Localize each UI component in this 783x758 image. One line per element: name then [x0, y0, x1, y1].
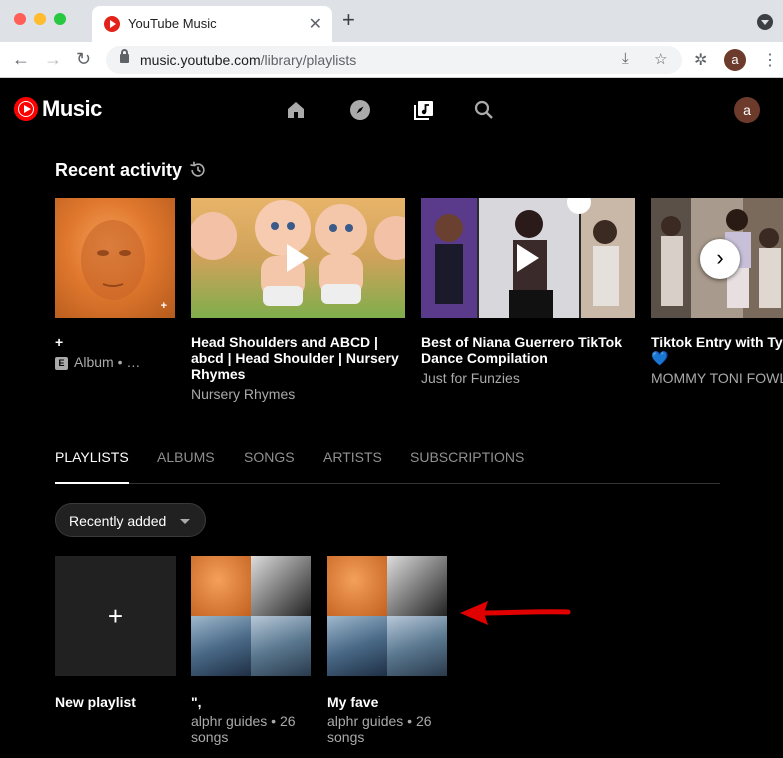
plus-album-mark: +: [160, 300, 167, 312]
browser-menu-icon[interactable]: ⋮: [762, 50, 778, 70]
playlist-card[interactable]: My fave alphr guides • 26 songs: [327, 556, 448, 745]
tab-title: YouTube Music: [128, 16, 217, 31]
face-artwork: [81, 220, 145, 300]
collage-cover: [251, 616, 311, 676]
plus-icon: +: [107, 601, 124, 631]
album-cover-image: +: [55, 198, 175, 318]
recent-item-title[interactable]: Head Shoulders and ABCD | abcd | Head Sh…: [191, 334, 405, 382]
chevron-right-icon: ›: [716, 245, 724, 270]
minimize-window-button[interactable]: [34, 13, 46, 25]
library-tabs: PLAYLISTS ALBUMS SONGS ARTISTS SUBSCRIPT…: [55, 449, 720, 484]
explore-icon[interactable]: [348, 98, 372, 122]
reload-icon[interactable]: ↻: [76, 48, 91, 70]
youtube-music-logo[interactable]: Music: [14, 96, 102, 122]
tab-search-button[interactable]: [757, 14, 773, 30]
logo-text: Music: [42, 96, 102, 121]
close-tab-icon[interactable]: ✕: [309, 14, 322, 34]
collage-cover: [191, 556, 251, 616]
url-text: music.youtube.com/library/playlists: [140, 52, 357, 68]
library-icon[interactable]: [412, 98, 436, 122]
collage-cover: [191, 616, 251, 676]
close-window-button[interactable]: [14, 13, 26, 25]
recent-item-subtitle: Nursery Rhymes: [191, 386, 296, 402]
lock-icon: [120, 49, 129, 63]
history-icon[interactable]: [188, 160, 208, 180]
zoom-window-button[interactable]: [54, 13, 66, 25]
extensions-puzzle-icon[interactable]: ✲: [694, 50, 707, 70]
collage-cover: [387, 556, 447, 616]
recent-item-title[interactable]: Best of Niana Guerrero TikTok Dance Comp…: [421, 334, 635, 366]
browser-tab-bar: YouTube Music ✕ +: [0, 0, 783, 42]
recent-item-subtitle: E Album • …: [55, 354, 175, 370]
account-avatar[interactable]: a: [734, 97, 760, 123]
playlist-collage: [327, 556, 448, 676]
youtube-music-logo-icon: [14, 97, 38, 121]
recent-item-subtitle: Just for Funzies: [421, 370, 520, 386]
recent-item-title[interactable]: Tiktok Entry with Tyr 💙: [651, 334, 783, 366]
blue-heart-emoji: 💙: [651, 350, 669, 366]
youtube-music-favicon-icon: [104, 16, 120, 32]
forward-arrow-icon[interactable]: →: [44, 48, 62, 70]
caret-down-icon: [180, 519, 190, 524]
browser-toolbar: ← → ↻ music.youtube.com/library/playlist…: [0, 42, 783, 78]
video-thumbnail: [191, 198, 405, 318]
recent-item-subtitle: MOMMY TONI FOWL: [651, 370, 783, 386]
recent-activity-title: Recent activity: [55, 160, 183, 180]
install-app-icon[interactable]: ⤓: [622, 50, 629, 67]
tab-albums[interactable]: ALBUMS: [157, 449, 215, 484]
collage-cover: [327, 556, 387, 616]
collage-cover: [327, 616, 387, 676]
red-annotation-arrow: [460, 601, 571, 625]
playlist-card[interactable]: ", alphr guides • 26 songs: [191, 556, 312, 745]
recent-item[interactable]: Tiktok Entry with Tyr 💙 MOMMY TONI FOWL: [651, 198, 783, 386]
explicit-badge: E: [55, 357, 68, 370]
collage-cover: [251, 556, 311, 616]
bookmark-star-icon[interactable]: ☆: [654, 50, 667, 68]
playlist-title[interactable]: ",: [191, 694, 312, 710]
collage-cover: [387, 616, 447, 676]
tab-playlists[interactable]: PLAYLISTS: [55, 449, 129, 484]
tab-songs[interactable]: SONGS: [244, 449, 295, 484]
tab-subscriptions[interactable]: SUBSCRIPTIONS: [410, 449, 524, 484]
recent-item[interactable]: Head Shoulders and ABCD | abcd | Head Sh…: [191, 198, 405, 402]
play-icon[interactable]: [517, 244, 539, 272]
recent-item[interactable]: + + E Album • …: [55, 198, 175, 370]
search-icon[interactable]: [472, 98, 496, 122]
new-playlist-tile[interactable]: +: [55, 556, 176, 676]
playlist-collage: [191, 556, 312, 676]
playlist-subtitle: alphr guides • 26 songs: [327, 713, 432, 745]
browser-profile-avatar[interactable]: a: [724, 49, 746, 71]
address-bar[interactable]: music.youtube.com/library/playlists ⤓ ☆: [106, 46, 682, 74]
new-playlist-card[interactable]: + New playlist: [55, 556, 176, 710]
new-tab-button[interactable]: +: [342, 9, 355, 31]
sort-dropdown[interactable]: Recently added: [55, 503, 206, 537]
playlist-title[interactable]: My fave: [327, 694, 448, 710]
carousel-next-button[interactable]: ›: [700, 239, 740, 279]
sort-label: Recently added: [69, 513, 167, 529]
back-arrow-icon[interactable]: ←: [12, 48, 30, 70]
playlist-subtitle: alphr guides • 26 songs: [191, 713, 296, 745]
recent-item-title[interactable]: +: [55, 334, 175, 350]
playlist-title[interactable]: New playlist: [55, 694, 176, 710]
recent-item[interactable]: Best of Niana Guerrero TikTok Dance Comp…: [421, 198, 635, 386]
video-thumbnail: [421, 198, 635, 318]
window-controls: [14, 13, 66, 25]
browser-tab[interactable]: YouTube Music ✕: [92, 6, 332, 42]
home-icon[interactable]: [284, 98, 308, 122]
play-icon[interactable]: [287, 244, 309, 272]
tab-artists[interactable]: ARTISTS: [323, 449, 382, 484]
